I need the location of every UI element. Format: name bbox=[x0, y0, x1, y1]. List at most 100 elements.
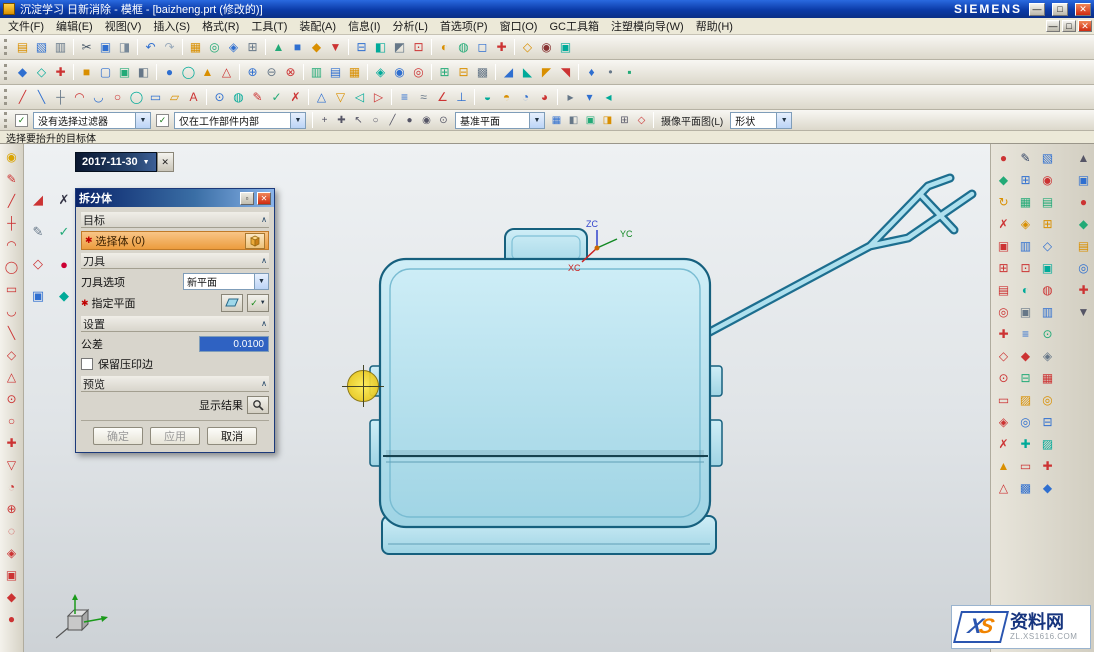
toolbar-icon[interactable]: ■ bbox=[288, 38, 307, 57]
menu-item[interactable]: 帮助(H) bbox=[690, 17, 739, 35]
toolbar-icon[interactable]: ✎ bbox=[1016, 148, 1035, 167]
toolbar-icon[interactable]: ◢ bbox=[499, 63, 518, 82]
toolbar-icon[interactable]: ■ bbox=[77, 63, 96, 82]
toolbar-icon[interactable]: ◇ bbox=[1038, 236, 1057, 255]
toolbar-icon[interactable]: ▢ bbox=[96, 63, 115, 82]
toolbar-icon[interactable]: ⊡ bbox=[409, 38, 428, 57]
toolbar-icon[interactable]: ∠ bbox=[433, 88, 452, 107]
toolbar-icon[interactable]: ♦ bbox=[582, 63, 601, 82]
minimize-button[interactable]: — bbox=[1029, 3, 1045, 16]
toolbar-icon[interactable]: ◻ bbox=[473, 38, 492, 57]
toolbar-icon[interactable]: ⊕ bbox=[2, 498, 22, 520]
toolbar-icon[interactable]: ✓ bbox=[267, 88, 286, 107]
toolbar-icon[interactable]: ◯ bbox=[127, 88, 146, 107]
collapse-chevron-icon[interactable]: ∧ bbox=[261, 379, 267, 388]
toolbar-icon[interactable]: ◇ bbox=[2, 344, 22, 366]
toolbar-icon[interactable]: ⊞ bbox=[435, 63, 454, 82]
toolbar-icon[interactable]: ▱ bbox=[165, 88, 184, 107]
toolbar-icon[interactable]: ▦ bbox=[1016, 192, 1035, 211]
toolbar-icon[interactable]: ◯ bbox=[179, 63, 198, 82]
toolbar-icon[interactable]: ◠ bbox=[70, 88, 89, 107]
toolbar-icon[interactable]: ⊙ bbox=[994, 368, 1013, 387]
toolbar-icon[interactable]: △ bbox=[217, 63, 236, 82]
toolbar-icon[interactable]: ⊞ bbox=[616, 112, 633, 129]
toolbar-icon[interactable]: ✎ bbox=[248, 88, 267, 107]
section-target[interactable]: 目标 ∧ bbox=[81, 212, 269, 228]
toolbar-icon[interactable]: ✚ bbox=[2, 432, 22, 454]
toolbar-icon[interactable]: ● bbox=[1074, 192, 1093, 211]
toolbar-icon[interactable]: ◆ bbox=[994, 170, 1013, 189]
toolbar-icon[interactable]: ▾ bbox=[580, 88, 599, 107]
toolbar-icon[interactable]: ▣ bbox=[115, 63, 134, 82]
toolbar-icon[interactable]: ▽ bbox=[2, 454, 22, 476]
toolbar-icon[interactable]: ▭ bbox=[994, 390, 1013, 409]
toolbar-icon[interactable]: ╲ bbox=[32, 88, 51, 107]
toolbar-icon[interactable]: ◆ bbox=[1038, 478, 1057, 497]
toolbar-icon[interactable]: ╱ bbox=[13, 88, 32, 107]
toolbar-icon[interactable]: ◎ bbox=[1038, 390, 1057, 409]
toolbar-icon[interactable]: ⊞ bbox=[1016, 170, 1035, 189]
toolbar-icon[interactable]: ▣ bbox=[582, 112, 599, 129]
toolbar-icon[interactable]: ◒ bbox=[478, 88, 497, 107]
toolbar-icon[interactable]: ▣ bbox=[96, 38, 115, 57]
toolbar-icon[interactable]: ◈ bbox=[371, 63, 390, 82]
toolbar-icon[interactable]: ▣ bbox=[1074, 170, 1093, 189]
toolbar-icon[interactable]: ◆ bbox=[2, 586, 22, 608]
toolbar-icon[interactable]: ▭ bbox=[1016, 456, 1035, 475]
toolbar-icon[interactable]: A bbox=[184, 88, 203, 107]
toolbar-icon[interactable]: ○ bbox=[367, 112, 384, 129]
toolbar-icon[interactable]: ◉ bbox=[418, 112, 435, 129]
tolerance-field[interactable]: 0.0100 bbox=[199, 336, 269, 352]
mdi-restore-button[interactable]: □ bbox=[1062, 20, 1076, 32]
toolbar-icon[interactable]: ⊟ bbox=[1016, 368, 1035, 387]
toolbar-icon[interactable]: ⊡ bbox=[1016, 258, 1035, 277]
toolbar-icon[interactable]: ↶ bbox=[141, 38, 160, 57]
magnifier-icon[interactable] bbox=[247, 396, 269, 414]
body-cube-icon[interactable] bbox=[245, 233, 265, 249]
toolbar-icon[interactable]: ◨ bbox=[599, 112, 616, 129]
toolbar-icon[interactable]: ◢ bbox=[28, 190, 48, 210]
toolbar-icon[interactable]: ▣ bbox=[1038, 258, 1057, 277]
menu-item[interactable]: 装配(A) bbox=[293, 17, 342, 35]
toolbar-icon[interactable]: ▭ bbox=[2, 278, 22, 300]
toolbar-icon[interactable]: ▣ bbox=[994, 236, 1013, 255]
toolbar-icon[interactable]: + bbox=[316, 112, 333, 129]
toolbar-icon[interactable]: ◈ bbox=[2, 542, 22, 564]
toolbar-icon[interactable]: ✚ bbox=[51, 63, 70, 82]
toolbar-icon[interactable]: ✓ bbox=[54, 222, 74, 242]
toolbar-icon[interactable]: • bbox=[601, 63, 620, 82]
toolbar-icon[interactable]: ▧ bbox=[1038, 148, 1057, 167]
menu-item[interactable]: 窗口(O) bbox=[494, 17, 544, 35]
toolbar-icon[interactable]: ◎ bbox=[205, 38, 224, 57]
toolbar-icon[interactable]: ▪ bbox=[620, 63, 639, 82]
inferred-plane-combo[interactable]: ✓ ▼ bbox=[247, 294, 269, 312]
toolbar-icon[interactable]: ◧ bbox=[565, 112, 582, 129]
toolbar-icon[interactable]: ▤ bbox=[13, 38, 32, 57]
toolbar-icon[interactable]: ▨ bbox=[1038, 434, 1057, 453]
toolbar-icon[interactable]: ⊞ bbox=[243, 38, 262, 57]
toolbar-icon[interactable]: ✚ bbox=[333, 112, 350, 129]
toolbar-icon[interactable]: ● bbox=[54, 254, 74, 274]
toolbar-icon[interactable]: ╲ bbox=[2, 322, 22, 344]
toolbar-icon[interactable]: ◉ bbox=[390, 63, 409, 82]
toolbar-icon[interactable]: ◆ bbox=[1074, 214, 1093, 233]
toolbar-icon[interactable]: ▤ bbox=[1038, 192, 1057, 211]
plane-dialog-icon[interactable] bbox=[221, 294, 243, 312]
menu-item[interactable]: 编辑(E) bbox=[50, 17, 99, 35]
toolbar-icon[interactable]: ▣ bbox=[556, 38, 575, 57]
toolbar-icon[interactable]: ▤ bbox=[994, 280, 1013, 299]
toolbar-icon[interactable]: ◈ bbox=[994, 412, 1013, 431]
scope-check-icon[interactable]: ✓ bbox=[156, 114, 169, 127]
toolbar-icon[interactable]: ▥ bbox=[1016, 236, 1035, 255]
shape-combo[interactable]: 形状 ▼ bbox=[730, 112, 792, 129]
toolbar-icon[interactable]: ✎ bbox=[28, 222, 48, 242]
toolbar-icon[interactable]: ○ bbox=[108, 88, 127, 107]
chevron-down-icon[interactable]: ▼ bbox=[143, 159, 150, 166]
toolbar-grip[interactable] bbox=[4, 64, 9, 80]
chevron-down-icon[interactable]: ▼ bbox=[135, 113, 150, 128]
toolbar-icon[interactable]: ⊞ bbox=[994, 258, 1013, 277]
toolbar-icon[interactable]: ╱ bbox=[2, 190, 22, 212]
toolbar-icon[interactable]: ◆ bbox=[307, 38, 326, 57]
toolbar-icon[interactable]: ↷ bbox=[160, 38, 179, 57]
section-tool[interactable]: 刀具 ∧ bbox=[81, 253, 269, 269]
